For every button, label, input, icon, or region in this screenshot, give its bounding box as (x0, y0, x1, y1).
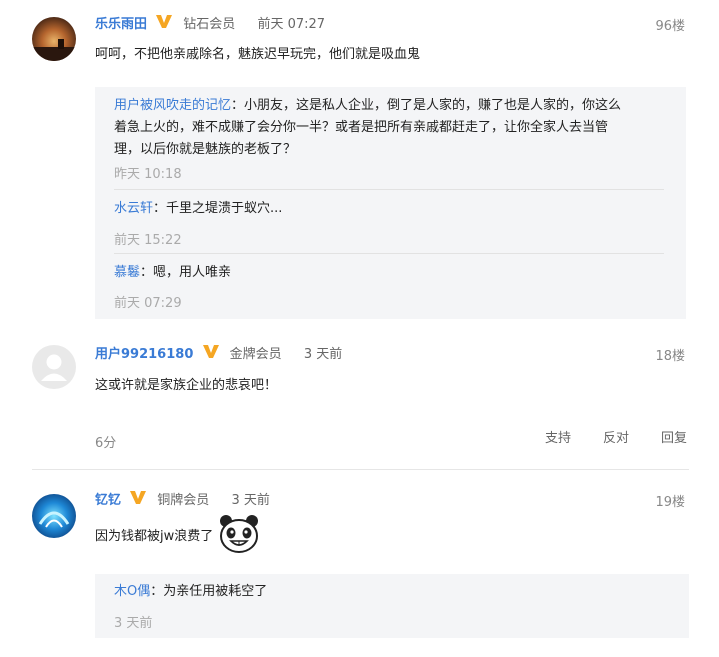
comment-18: 用户99216180 金牌会员 3 天前 18楼 这或许就是家族企业的悲哀吧！ … (0, 330, 719, 470)
reply-text-line3: 理，以后你就是魅族的老板了？ (114, 142, 297, 157)
comment-meta: 钇钇 铜牌会员 3 天前 (95, 489, 270, 509)
avatar[interactable] (32, 17, 76, 61)
v-badge-icon (155, 13, 173, 36)
comment-96: 乐乐雨田 钻石会员 前天 07:27 96楼 呵呵，不把他亲戚除名，魅族迟早玩完… (0, 0, 719, 330)
floor-number: 18楼 (655, 349, 685, 364)
comment-time: 3 天前 (231, 493, 270, 508)
username[interactable]: 乐乐雨田 (95, 17, 147, 32)
reply-time: 昨天 10:18 (114, 167, 182, 182)
sunset-avatar-image (32, 17, 76, 61)
comment-text: 这或许就是家族企业的悲哀吧！ (95, 378, 278, 393)
reply-button[interactable]: 回复 (661, 427, 687, 446)
floor-number: 19楼 (655, 495, 685, 510)
avatar[interactable] (32, 494, 76, 538)
reply-username[interactable]: 用户被风吹走的记忆 (114, 98, 231, 113)
comment-time: 3 天前 (303, 347, 343, 362)
reply-username[interactable]: 水云轩 (114, 201, 153, 216)
username[interactable]: 用户99216180 (95, 347, 193, 362)
reply-item: 木O偶：为亲任用被耗空了 (114, 584, 268, 599)
username[interactable]: 钇钇 (95, 493, 121, 508)
member-level: 钻石会员 (183, 17, 236, 32)
comment-text: 因为钱都被jw浪费了 (95, 529, 214, 544)
reply-box: 木O偶：为亲任用被耗空了 3 天前 (95, 574, 689, 638)
reply-item: 用户被风吹走的记忆：小朋友，这是私人企业，倒了是人家的，赚了也是人家的，你这么 … (114, 98, 622, 157)
oppose-button[interactable]: 反对 (603, 427, 629, 446)
reply-box: 用户被风吹走的记忆：小朋友，这是私人企业，倒了是人家的，赚了也是人家的，你这么 … (95, 87, 686, 319)
blue-swirl-avatar-image (32, 494, 76, 538)
reply-text: 千里之堤溃于蚁穴... (166, 201, 283, 216)
comment-meta: 乐乐雨田 钻石会员 前天 07:27 (95, 13, 325, 33)
reply-time: 前天 15:22 (114, 233, 182, 248)
floor-number: 96楼 (655, 19, 685, 34)
default-avatar-icon[interactable] (32, 345, 76, 389)
comment-text: 呵呵，不把他亲戚除名，魅族迟早玩完，他们就是吸血鬼 (95, 47, 421, 62)
reply-text-line2: 着急上火的，难不成赚了会分你一半？或者是把所有亲戚都赶走了，让你全家人去当管 (114, 120, 609, 135)
support-button[interactable]: 支持 (545, 427, 571, 446)
v-badge-icon (202, 343, 220, 366)
comment-19: 钇钇 铜牌会员 3 天前 19楼 因为钱都被jw浪费了 木O偶：为亲任用被耗空了… (0, 470, 719, 657)
comment-meta: 用户99216180 金牌会员 3 天前 (95, 343, 342, 363)
member-level: 金牌会员 (229, 347, 282, 362)
reply-text: 为亲任用被耗空了 (163, 584, 268, 599)
reply-item: 水云轩：千里之堤溃于蚁穴... (114, 201, 283, 216)
reply-divider (114, 253, 664, 254)
member-level: 铜牌会员 (157, 493, 210, 508)
reply-time: 前天 07:29 (114, 296, 182, 311)
reply-time: 3 天前 (114, 616, 153, 631)
comment-score: 6分 (95, 436, 117, 451)
reply-divider (114, 189, 664, 190)
reply-text: 小朋友，这是私人企业，倒了是人家的，赚了也是人家的，你这么 (244, 98, 622, 113)
v-badge-icon (129, 489, 147, 512)
comment-time: 前天 07:27 (257, 17, 326, 32)
reply-text: 嗯，用人唯亲 (153, 265, 232, 280)
reply-username[interactable]: 木O偶 (114, 584, 150, 599)
reply-username[interactable]: 慕鬈 (114, 265, 140, 280)
panda-emoji-icon (218, 514, 260, 554)
reply-item: 慕鬈：嗯，用人唯亲 (114, 265, 232, 280)
